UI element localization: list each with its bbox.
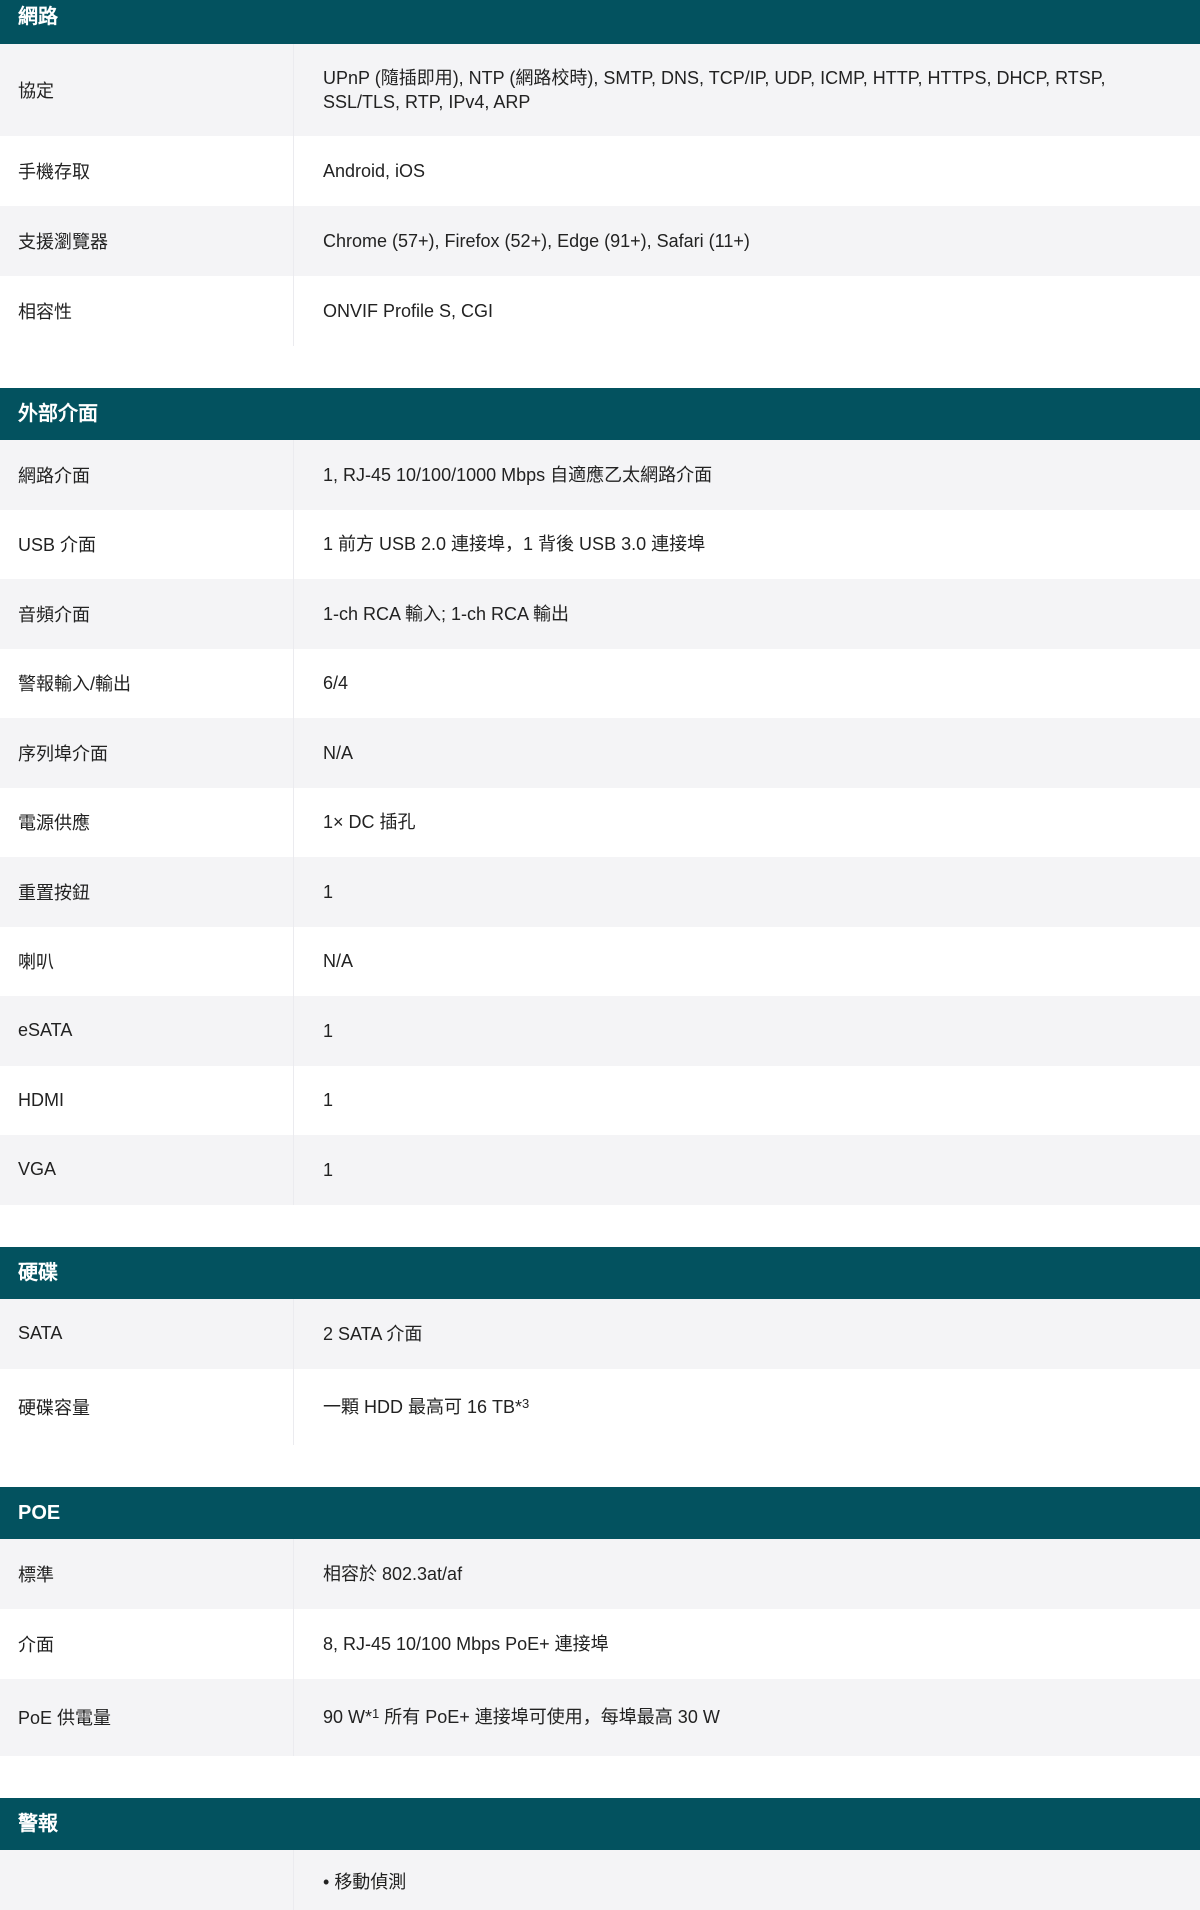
spec-value-text: 一顆 HDD 最高可 16 TB* — [323, 1396, 523, 1417]
section-title-hdd: 硬碟 — [0, 1246, 1200, 1299]
section-spacer — [0, 1755, 1200, 1798]
table-row: 電源供應 1× DC 插孔 — [0, 787, 1200, 857]
spec-label: 序列埠介面 — [0, 718, 294, 788]
table-row: HDMI 1 — [0, 1065, 1200, 1135]
section-title-network: 網路 — [0, 0, 1200, 44]
spec-value: 1 — [323, 1020, 334, 1041]
spec-table-alarm: 移動偵測 — [0, 1849, 1200, 1910]
spec-value: 90 W* 1 所有 PoE+ 連接埠可使用，每埠最高 30 W — [323, 1706, 720, 1727]
section-external: 外部介面 網路介面 1, RJ-45 10/100/1000 Mbps 自適應乙… — [0, 388, 1200, 1205]
spec-value: 2 SATA 介面 — [323, 1323, 423, 1344]
spec-label: VGA — [0, 1135, 294, 1205]
table-row: 介面 8, RJ-45 10/100 Mbps PoE+ 連接埠 — [0, 1608, 1200, 1679]
spec-label: eSATA — [0, 996, 294, 1066]
spec-value: N/A — [323, 951, 354, 972]
spec-label: 警報輸入/輸出 — [0, 648, 294, 718]
table-row: 協定 UPnP (隨插即用), NTP (網路校時), SMTP, DNS, T… — [0, 44, 1200, 136]
spec-label: 網路介面 — [0, 440, 294, 510]
spec-value: Chrome (57+), Firefox (52+), Edge (91+),… — [323, 231, 750, 251]
spec-label: 音頻介面 — [0, 579, 294, 649]
spec-label: 相容性 — [0, 276, 294, 346]
spec-table-hdd: SATA 2 SATA 介面 硬碟容量 一顆 HDD 最高可 16 TB* 3 — [0, 1298, 1200, 1445]
spec-value: 6/4 — [323, 673, 349, 694]
table-row: 相容性 ONVIF Profile S, CGI — [0, 276, 1200, 346]
table-row: 網路介面 1, RJ-45 10/100/1000 Mbps 自適應乙太網路介面 — [0, 440, 1200, 510]
table-row: 硬碟容量 一顆 HDD 最高可 16 TB* 3 — [0, 1368, 1200, 1445]
section-title-alarm: 警報 — [0, 1797, 1200, 1850]
spec-table-external: 網路介面 1, RJ-45 10/100/1000 Mbps 自適應乙太網路介面… — [0, 440, 1200, 1205]
spec-label: 介面 — [0, 1608, 294, 1679]
spec-value: Android, iOS — [323, 161, 426, 181]
spec-label: 支援瀏覽器 — [0, 206, 294, 276]
section-spacer — [0, 1444, 1200, 1487]
spec-label: 重置按鈕 — [0, 857, 294, 927]
spec-value: UPnP (隨插即用), NTP (網路校時), SMTP, DNS, TCP/… — [323, 68, 1106, 112]
table-row: 喇叭 N/A — [0, 926, 1200, 996]
spec-label: SATA — [0, 1298, 294, 1369]
table-row: 手機存取 Android, iOS — [0, 136, 1200, 206]
spec-table-poe: 標準 相容於 802.3at/af 介面 8, RJ-45 10/100 Mbp… — [0, 1538, 1200, 1756]
spec-label — [0, 1849, 294, 1910]
table-row: 重置按鈕 1 — [0, 857, 1200, 927]
spec-label: 手機存取 — [0, 136, 294, 206]
spec-value: 1 — [323, 881, 334, 902]
spec-value: 相容於 802.3at/af — [323, 1563, 463, 1584]
table-row: PoE 供電量 90 W* 1 所有 PoE+ 連接埠可使用，每埠最高 30 W — [0, 1678, 1200, 1756]
table-row: 標準 相容於 802.3at/af — [0, 1538, 1200, 1609]
spec-table-network: 協定 UPnP (隨插即用), NTP (網路校時), SMTP, DNS, T… — [0, 44, 1200, 346]
table-row: 音頻介面 1-ch RCA 輸入; 1-ch RCA 輸出 — [0, 579, 1200, 649]
section-title-poe: POE — [0, 1486, 1200, 1539]
spec-value: ONVIF Profile S, CGI — [323, 301, 494, 321]
section-network: 網路 協定 UPnP (隨插即用), NTP (網路校時), SMTP, DNS… — [0, 0, 1200, 346]
spec-value: 1 — [323, 1090, 334, 1111]
table-row: 移動偵測 — [0, 1849, 1200, 1910]
section-title-external: 外部介面 — [0, 388, 1200, 440]
table-row: SATA 2 SATA 介面 — [0, 1298, 1200, 1369]
spec-page: 網路 協定 UPnP (隨插即用), NTP (網路校時), SMTP, DNS… — [0, 0, 1200, 1910]
spec-label: HDMI — [0, 1065, 294, 1135]
spec-value: 移動偵測 — [294, 1850, 1200, 1894]
spec-value: 1 — [323, 1159, 334, 1180]
spec-label: 電源供應 — [0, 787, 294, 857]
section-spacer — [0, 1204, 1200, 1247]
spec-label: PoE 供電量 — [0, 1678, 294, 1756]
table-row: 支援瀏覽器 Chrome (57+), Firefox (52+), Edge … — [0, 206, 1200, 276]
table-row: 警報輸入/輸出 6/4 — [0, 648, 1200, 718]
spec-value: 一顆 HDD 最高可 16 TB* 3 — [323, 1395, 530, 1417]
spec-label: 協定 — [0, 44, 294, 136]
spec-value: N/A — [323, 742, 354, 763]
section-spacer — [0, 346, 1200, 388]
spec-value-text: 90 W* — [323, 1707, 373, 1727]
spec-value-text: 所有 PoE+ 連接埠可使用，每埠最高 30 W — [379, 1707, 720, 1727]
spec-value: 1 前方 USB 2.0 連接埠，1 背後 USB 3.0 連接埠 — [323, 534, 706, 555]
spec-label: 標準 — [0, 1538, 294, 1609]
spec-value: 8, RJ-45 10/100 Mbps PoE+ 連接埠 — [323, 1633, 609, 1654]
section-poe: POE 標準 相容於 802.3at/af 介面 8, RJ-45 10/100… — [0, 1486, 1200, 1756]
table-row: USB 介面 1 前方 USB 2.0 連接埠，1 背後 USB 3.0 連接埠 — [0, 509, 1200, 579]
section-alarm: 警報 移動偵測 — [0, 1797, 1200, 1910]
section-hdd: 硬碟 SATA 2 SATA 介面 硬碟容量 一顆 HDD 最高可 16 TB*… — [0, 1246, 1200, 1445]
table-row: VGA 1 — [0, 1135, 1200, 1205]
table-row: 序列埠介面 N/A — [0, 718, 1200, 788]
table-row: eSATA 1 — [0, 996, 1200, 1066]
spec-label: USB 介面 — [0, 509, 294, 579]
spec-label: 硬碟容量 — [0, 1368, 294, 1445]
spec-label: 喇叭 — [0, 926, 294, 996]
spec-value: 1× DC 插孔 — [323, 812, 416, 833]
spec-value: 1, RJ-45 10/100/1000 Mbps 自適應乙太網路介面 — [323, 464, 713, 485]
spec-value: 1-ch RCA 輸入; 1-ch RCA 輸出 — [323, 603, 570, 624]
